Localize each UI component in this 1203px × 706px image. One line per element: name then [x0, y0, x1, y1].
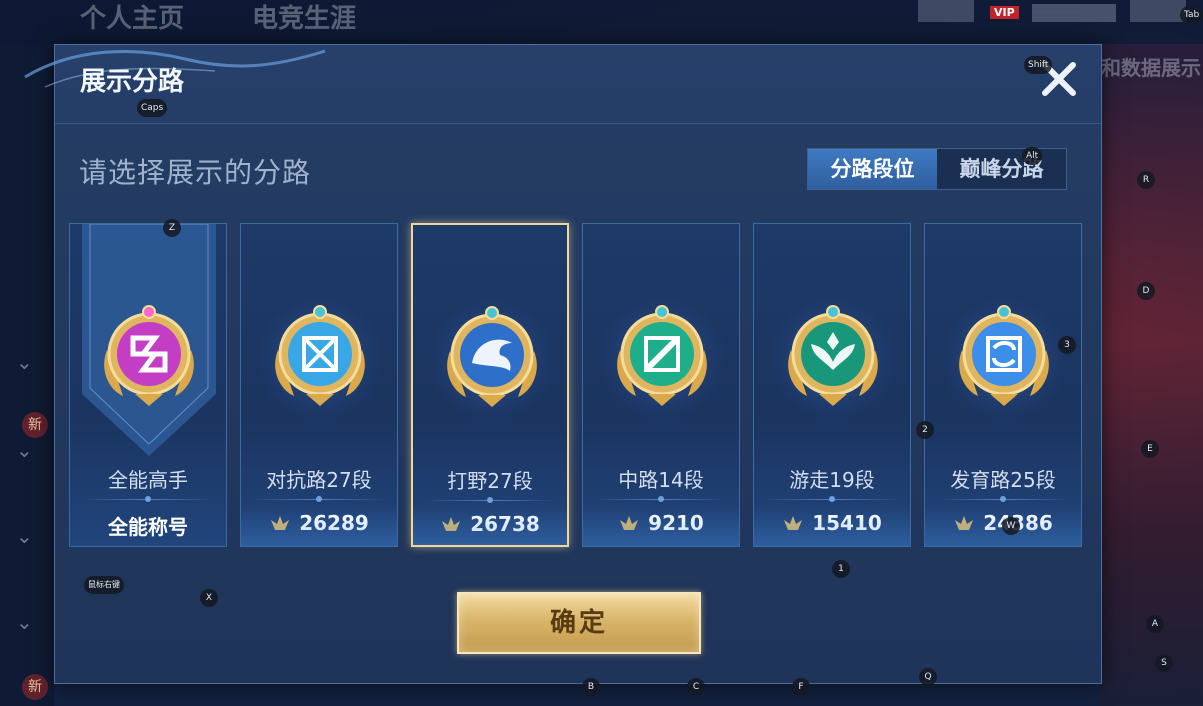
all-round-badge-icon: [104, 305, 194, 406]
card-bottom-glow: [413, 505, 567, 545]
card-divider-dot: [658, 496, 664, 502]
bg-icon-box: [918, 0, 974, 22]
lane-name: 中路14段: [618, 468, 704, 492]
lane-card-jungle[interactable]: 打野27段 26738: [411, 223, 569, 547]
card-bottom-glow: [241, 506, 397, 546]
key-hint: S: [1155, 654, 1173, 672]
farm-lane-badge-icon: [959, 305, 1049, 406]
roam-badge-icon: [788, 305, 878, 406]
card-bottom-glow: [754, 506, 910, 546]
key-hint: B: [582, 678, 600, 696]
key-hint: Shift: [1024, 56, 1053, 74]
key-hint: 鼠标右键: [84, 576, 124, 594]
key-hint: Caps: [137, 99, 168, 117]
vip-badge: VIP: [990, 6, 1019, 19]
key-hint: Z: [163, 219, 181, 237]
bg-tab-career: 电竞生涯: [252, 4, 357, 34]
tab-peak-lane[interactable]: 巅峰分路: [937, 149, 1066, 189]
card-bottom-glow: [583, 506, 739, 546]
bg-tab-profile: 个人主页: [80, 4, 185, 34]
card-divider-dot: [316, 496, 322, 502]
new-badge: 新: [22, 674, 48, 700]
dialog-title: 展示分路: [80, 67, 185, 97]
lane-value: 全能称号: [108, 515, 188, 539]
select-lane-prompt: 请选择展示的分路: [79, 156, 312, 189]
tab-lane-rank[interactable]: 分路段位: [808, 149, 937, 189]
lane-card-farm[interactable]: 发育路25段 24386: [924, 223, 1082, 547]
key-hint: 2: [916, 421, 934, 439]
bg-right-text: 和数据展示: [1101, 56, 1201, 80]
background-left-panel: ⌄ 新 ⌄ ⌄ ⌄ 新: [0, 44, 54, 706]
bg-search-box: [1032, 4, 1116, 22]
key-hint: 1: [832, 560, 850, 578]
card-divider-dot: [829, 496, 835, 502]
lane-card-all-round[interactable]: 全能高手 全能称号: [69, 223, 227, 547]
key-hint: Tab: [1180, 6, 1203, 24]
background-hero-art: 和数据展示: [1101, 44, 1203, 706]
lane-name: 游走19段: [789, 468, 875, 492]
key-hint: W: [1002, 517, 1020, 535]
key-hint: F: [792, 678, 810, 696]
lane-name: 打野27段: [447, 469, 533, 493]
key-hint: E: [1141, 440, 1159, 458]
key-hint: D: [1137, 282, 1155, 300]
lane-name: 全能高手: [108, 468, 188, 492]
key-hint: Q: [919, 668, 937, 686]
key-hint: R: [1137, 171, 1155, 189]
key-hint: 3: [1058, 336, 1076, 354]
key-hint: A: [1146, 615, 1164, 633]
new-badge: 新: [22, 412, 48, 438]
lane-display-dialog: 展示分路 请选择展示的分路 分路段位 巅峰分路 全能高手 全能称号 对抗路27段…: [24, 44, 1102, 684]
bg-icon-box-2: [1130, 0, 1186, 22]
chevron-down-icon: ⌄: [16, 350, 33, 374]
chevron-down-icon: ⌄: [16, 438, 33, 462]
clash-lane-badge-icon: [275, 305, 365, 406]
confirm-button[interactable]: 确定: [457, 592, 701, 654]
card-divider-dot: [487, 497, 493, 503]
key-hint: Alt: [1022, 147, 1043, 165]
jungle-badge-icon: [447, 306, 537, 407]
chevron-down-icon: ⌄: [16, 610, 33, 634]
key-hint: X: [200, 589, 218, 607]
lane-card-mid[interactable]: 中路14段 9210: [582, 223, 740, 547]
lane-name: 对抗路27段: [266, 468, 372, 492]
card-divider-dot: [1000, 496, 1006, 502]
chevron-down-icon: ⌄: [16, 524, 33, 548]
mid-lane-badge-icon: [617, 305, 707, 406]
key-hint: C: [687, 678, 705, 696]
lane-card-clash[interactable]: 对抗路27段 26289: [240, 223, 398, 547]
card-divider-dot: [145, 496, 151, 502]
lane-name: 发育路25段: [950, 468, 1056, 492]
lane-card-roam[interactable]: 游走19段 15410: [753, 223, 911, 547]
